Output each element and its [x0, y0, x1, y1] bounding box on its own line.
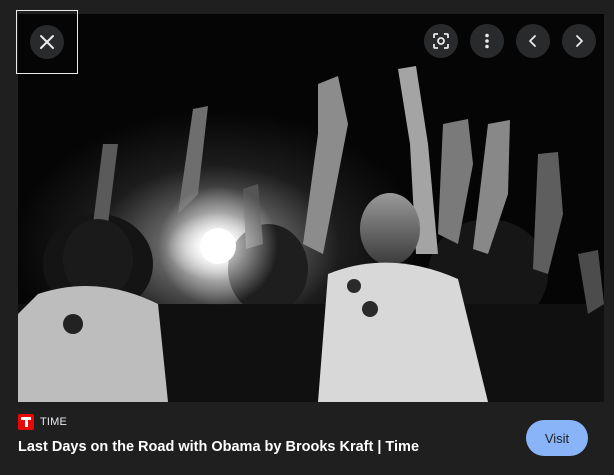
- image-viewer: TIME Last Days on the Road with Obama by…: [0, 0, 614, 475]
- source-row[interactable]: TIME: [18, 414, 604, 430]
- visit-button[interactable]: Visit: [526, 420, 588, 456]
- previous-button[interactable]: [516, 24, 550, 58]
- chevron-right-icon: [576, 35, 583, 47]
- close-button[interactable]: [16, 10, 78, 74]
- source-name: TIME: [40, 416, 68, 428]
- more-vert-icon: [485, 33, 489, 49]
- crowd-photo: [18, 14, 604, 402]
- lens-search-button[interactable]: [424, 24, 458, 58]
- close-icon: [40, 35, 54, 49]
- chevron-left-icon: [529, 35, 536, 47]
- result-info: TIME Last Days on the Road with Obama by…: [18, 414, 604, 470]
- viewer-toolbar: [424, 24, 596, 58]
- lens-search-icon: [433, 33, 449, 49]
- close-button-circle: [30, 25, 64, 59]
- time-favicon-icon: [18, 414, 34, 430]
- next-button[interactable]: [562, 24, 596, 58]
- more-options-button[interactable]: [470, 24, 504, 58]
- result-title[interactable]: Last Days on the Road with Obama by Broo…: [18, 439, 604, 455]
- preview-image[interactable]: [18, 14, 604, 402]
